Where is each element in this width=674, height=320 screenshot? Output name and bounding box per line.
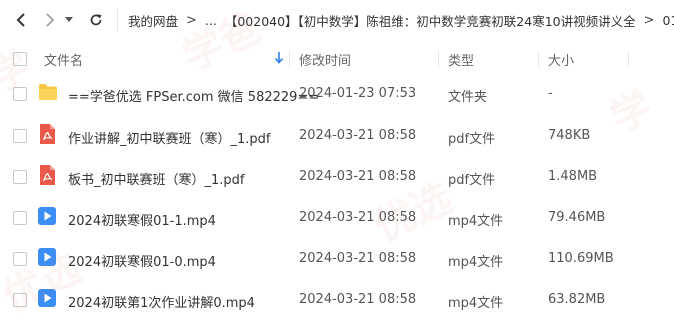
- chevron-left-icon: [16, 13, 25, 27]
- row-checkbox[interactable]: [13, 211, 27, 225]
- column-header-modified[interactable]: 修改时间: [299, 43, 351, 75]
- file-name: 2024初联寒假01-1.mp4: [68, 214, 216, 229]
- file-type: 文件夹: [448, 90, 488, 105]
- back-button[interactable]: [10, 8, 32, 32]
- column-divider[interactable]: [538, 51, 539, 67]
- row-checkbox[interactable]: [13, 170, 27, 184]
- file-modified: 2024-03-21 08:58: [299, 128, 417, 143]
- history-dropdown[interactable]: [62, 8, 76, 32]
- file-list-header: 文件名 修改时间 类型 大小: [0, 43, 674, 75]
- file-modified: 2024-03-21 08:58: [299, 251, 417, 266]
- file-row[interactable]: 2024初联第1次作业讲解0.mp4 2024-03-21 08:58 mp4文…: [0, 280, 674, 320]
- file-size: 110.69MB: [548, 251, 614, 266]
- video-icon: [38, 248, 56, 266]
- column-divider[interactable]: [438, 51, 439, 67]
- toolbar-divider: [117, 9, 118, 31]
- file-name: 2024初联第1次作业讲解0.mp4: [68, 296, 255, 311]
- file-name: 2024初联寒假01-0.mp4: [68, 255, 216, 270]
- file-row[interactable]: 板书_初中联赛班（寒）_1.pdf 2024-03-21 08:58 pdf文件…: [0, 157, 674, 198]
- column-header-size[interactable]: 大小: [548, 43, 574, 75]
- row-checkbox[interactable]: [13, 87, 27, 101]
- column-divider[interactable]: [289, 51, 290, 67]
- breadcrumb-item-ellipsis[interactable]: ...: [205, 13, 217, 28]
- toolbar: 我的网盘 > ... 【002040】【初中数学】陈祖维：初中数学竞赛初联24寒…: [0, 0, 674, 40]
- file-row[interactable]: 作业讲解_初中联赛班（寒）_1.pdf 2024-03-21 08:58 pdf…: [0, 116, 674, 157]
- file-row[interactable]: 2024初联寒假01-0.mp4 2024-03-21 08:58 mp4文件 …: [0, 239, 674, 280]
- file-row[interactable]: ==学爸优选 FPSer.com 微信 582229== 2024-01-23 …: [0, 75, 674, 116]
- file-size: -: [548, 86, 553, 101]
- breadcrumb-item-root[interactable]: 我的网盘: [128, 11, 178, 30]
- row-checkbox[interactable]: [13, 129, 27, 143]
- column-header-type[interactable]: 类型: [448, 43, 474, 75]
- row-checkbox[interactable]: [13, 252, 27, 266]
- file-type: mp4文件: [448, 255, 504, 270]
- file-size: 1.48MB: [548, 169, 598, 184]
- refresh-icon: [90, 14, 102, 26]
- file-modified: 2024-03-21 08:58: [299, 210, 417, 225]
- file-modified: 2024-03-21 08:58: [299, 292, 417, 307]
- breadcrumb-item-current[interactable]: 01: [663, 13, 674, 28]
- breadcrumb-item-course[interactable]: 【002040】【初中数学】陈祖维：初中数学竞赛初联24寒10讲视频讲义全: [225, 11, 636, 30]
- breadcrumb: 我的网盘 > ... 【002040】【初中数学】陈祖维：初中数学竞赛初联24寒…: [128, 0, 674, 40]
- file-size: 79.46MB: [548, 210, 606, 225]
- pdf-icon: [40, 124, 55, 144]
- file-type: pdf文件: [448, 132, 496, 147]
- file-name: ==学爸优选 FPSer.com 微信 582229==: [68, 90, 320, 105]
- file-type: pdf文件: [448, 173, 496, 188]
- column-header-name[interactable]: 文件名: [44, 43, 83, 75]
- forward-button[interactable]: [39, 8, 61, 32]
- breadcrumb-separator-icon: >: [643, 12, 655, 28]
- breadcrumb-separator-icon: >: [186, 12, 197, 28]
- folder-icon: [39, 84, 57, 100]
- row-checkbox[interactable]: [13, 293, 27, 307]
- sort-down-arrow-icon[interactable]: [274, 51, 284, 65]
- file-modified: 2024-01-23 07:53: [299, 86, 417, 101]
- select-all-checkbox[interactable]: [13, 52, 27, 66]
- video-icon: [38, 207, 56, 225]
- file-row[interactable]: 2024初联寒假01-1.mp4 2024-03-21 08:58 mp4文件 …: [0, 198, 674, 239]
- file-type: mp4文件: [448, 214, 504, 229]
- refresh-button[interactable]: [85, 8, 107, 32]
- file-modified: 2024-03-21 08:58: [299, 169, 417, 184]
- file-type: mp4文件: [448, 296, 504, 311]
- file-size: 63.82MB: [548, 292, 606, 307]
- pdf-icon: [40, 165, 55, 185]
- file-size: 748KB: [548, 128, 591, 143]
- chevron-right-icon: [46, 13, 55, 27]
- file-name: 作业讲解_初中联赛班（寒）_1.pdf: [68, 132, 271, 147]
- caret-down-icon: [65, 17, 73, 22]
- column-divider[interactable]: [628, 51, 629, 67]
- video-icon: [38, 289, 56, 307]
- file-name: 板书_初中联赛班（寒）_1.pdf: [68, 173, 245, 188]
